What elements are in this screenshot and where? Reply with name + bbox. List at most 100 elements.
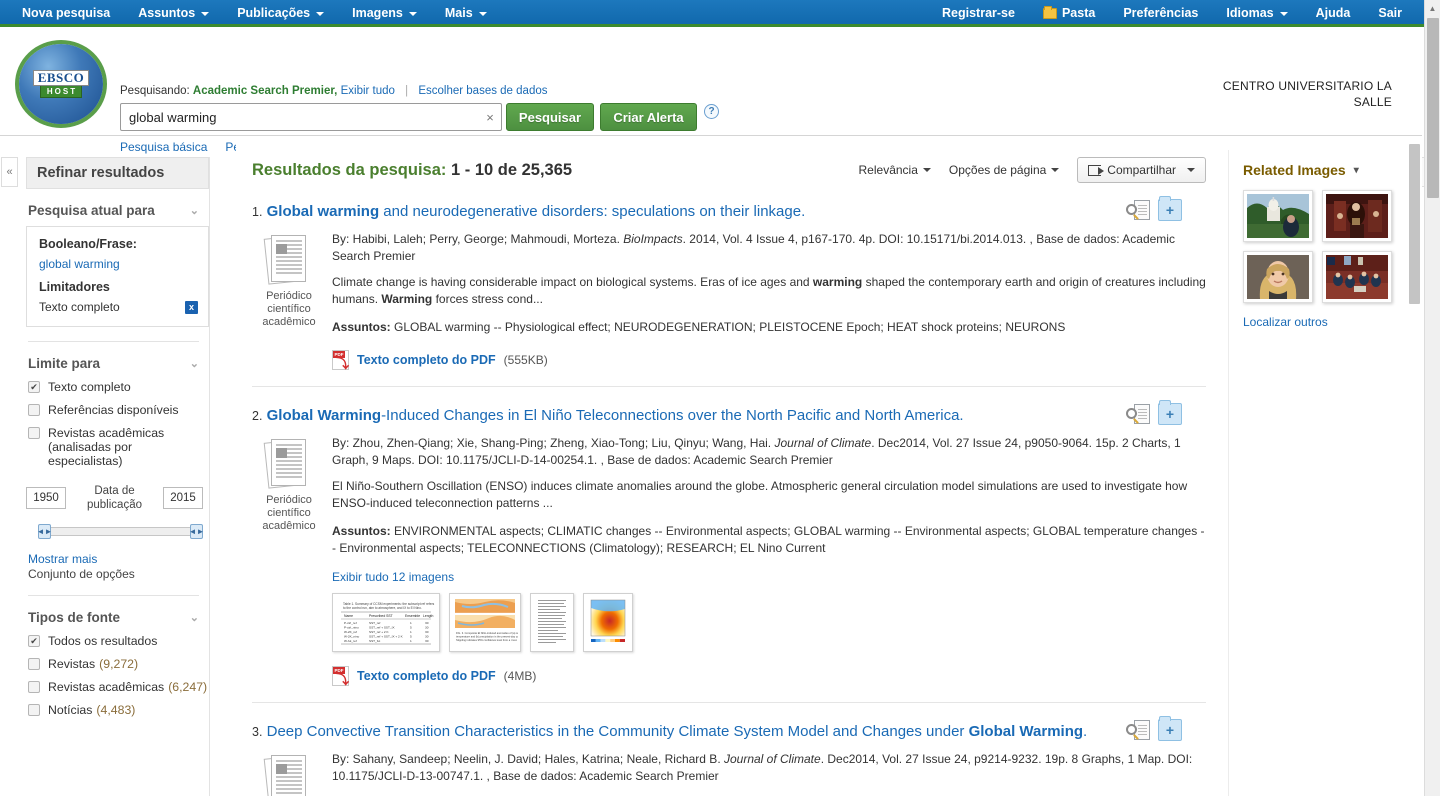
checkbox[interactable] (28, 427, 40, 439)
help-icon[interactable]: ? (704, 104, 719, 119)
related-image-4[interactable] (1322, 251, 1392, 303)
nav-preferencias[interactable]: Preferências (1109, 0, 1212, 27)
share-button[interactable]: Compartilhar (1077, 157, 1206, 183)
preview-icon[interactable] (1126, 199, 1150, 223)
clear-search-icon[interactable]: × (479, 110, 501, 125)
source-type-revistas-academicas[interactable]: Revistas acadêmicas (6,247) (26, 680, 209, 694)
limit-option-texto-completo[interactable]: Texto completo (26, 380, 209, 394)
result-title-2[interactable]: 2. Global Warming-Induced Changes in El … (252, 405, 1206, 427)
search-input[interactable] (121, 109, 479, 125)
create-alert-button[interactable]: Criar Alerta (600, 103, 697, 131)
nav-registrar-se[interactable]: Registrar-se (928, 0, 1029, 27)
ebscohost-logo[interactable]: EBSCO HOST (19, 44, 103, 124)
scrollbar-thumb[interactable] (1409, 144, 1420, 304)
pdf-fulltext-link[interactable]: Texto completo do PDF (357, 353, 496, 367)
scrollbar-thumb[interactable] (1427, 18, 1439, 198)
checkbox[interactable] (28, 381, 40, 393)
limit-to-section-header[interactable]: Limite para ⌄ (26, 356, 209, 371)
scroll-up-arrow-icon[interactable]: ▲ (1425, 0, 1440, 16)
checkbox[interactable] (28, 658, 40, 670)
woman-portrait-photo (1247, 255, 1309, 299)
option-label: Revistas acadêmicas (analisadas por espe… (48, 426, 165, 468)
top-navigation-bar: Nova pesquisa Assuntos Publicações Image… (0, 0, 1440, 27)
pdf-fulltext-link[interactable]: Texto completo do PDF (357, 669, 496, 683)
source-type-todos[interactable]: Todos os resultados (26, 634, 209, 648)
search-button[interactable]: Pesquisar (506, 103, 594, 131)
page-scrollbar[interactable]: ▲ (1424, 0, 1440, 796)
nav-idiomas[interactable]: Idiomas (1212, 0, 1301, 27)
text-page-thumbnail (533, 596, 571, 646)
nav-ajuda[interactable]: Ajuda (1302, 0, 1365, 27)
show-all-databases-link[interactable]: Exibir tudo (341, 85, 395, 97)
slider-handle-right[interactable]: ◄► (189, 524, 204, 539)
add-to-folder-icon[interactable]: + (1158, 400, 1182, 425)
add-to-folder-icon[interactable]: + (1158, 716, 1182, 741)
checkbox[interactable] (28, 404, 40, 416)
current-search-section-header[interactable]: Pesquisa atual para ⌄ (26, 203, 209, 218)
source-type-revistas[interactable]: Revistas (9,272) (26, 657, 209, 671)
svg-text:5: 5 (410, 635, 412, 639)
date-range-slider[interactable]: ◄► ◄► (37, 524, 204, 539)
abstract-2: El Niño-Southern Oscillation (ENSO) indu… (332, 478, 1206, 512)
find-more-images-link[interactable]: Localizar outros (1243, 315, 1413, 329)
result-title-1[interactable]: 1. Global warming and neurodegenerative … (252, 201, 1206, 223)
show-more-block: Mostrar mais Conjunto de opções (26, 552, 209, 581)
academic-journal-icon (263, 233, 312, 285)
checkbox[interactable] (28, 635, 40, 647)
result-body-3: By: Sahany, Sandeep; Neelin, J. David; H… (252, 751, 1206, 796)
preview-icon[interactable] (1126, 719, 1150, 743)
source-type-caption: Periódico científico acadêmico (262, 494, 316, 532)
sort-relevance-dropdown[interactable]: Relevância (859, 163, 931, 177)
show-more-link[interactable]: Mostrar mais (28, 552, 209, 566)
abstract-highlight: warming (812, 275, 863, 289)
search-field-wrapper[interactable]: × (120, 103, 502, 131)
related-image-3[interactable] (1243, 251, 1313, 303)
nav-mais[interactable]: Mais (431, 0, 501, 27)
logo-text-top: EBSCO (32, 70, 90, 86)
nav-publicacoes[interactable]: Publicações (223, 0, 338, 27)
boolean-phrase-value[interactable]: global warming (39, 257, 198, 271)
svg-text:30: 30 (425, 630, 429, 634)
related-images-header[interactable]: Related Images ▾ (1243, 162, 1413, 178)
related-image-2[interactable] (1322, 190, 1392, 242)
nav-assuntos[interactable]: Assuntos (124, 0, 223, 27)
source-types-section-header[interactable]: Tipos de fonte ⌄ (26, 610, 209, 625)
slider-handle-left[interactable]: ◄► (37, 524, 52, 539)
nav-sair[interactable]: Sair (1364, 0, 1416, 27)
result-body-2: Periódico científico acadêmico By: Zhou,… (252, 435, 1206, 686)
result-metadata-2: By: Zhou, Zhen-Qiang; Xie, Shang-Ping; Z… (326, 435, 1206, 686)
divider (28, 341, 199, 342)
limit-option-revistas-academicas[interactable]: Revistas acadêmicas (analisadas por espe… (26, 426, 209, 468)
nav-imagens[interactable]: Imagens (338, 0, 431, 27)
view-all-images-link[interactable]: Exibir tudo 12 imagens (332, 570, 1206, 584)
result-title-3[interactable]: 3. Deep Convective Transition Characteri… (252, 721, 1206, 743)
slider-track[interactable] (38, 527, 203, 536)
nav-nova-pesquisa[interactable]: Nova pesquisa (8, 0, 124, 27)
option-count: (6,247) (168, 680, 208, 694)
title-highlight: Global warming (266, 203, 380, 220)
remove-limiter-button[interactable]: x (185, 300, 198, 314)
limit-option-referencias-disponiveis[interactable]: Referências disponíveis (26, 403, 209, 417)
date-from-input[interactable]: 1950 (26, 487, 66, 509)
results-scrollbar[interactable] (1408, 140, 1422, 796)
date-to-input[interactable]: 2015 (163, 487, 203, 509)
thumbnail-text-page[interactable] (530, 593, 574, 652)
related-image-1[interactable] (1243, 190, 1313, 242)
limiters-label: Limitadores (39, 280, 110, 294)
checkbox[interactable] (28, 681, 40, 693)
checkbox[interactable] (28, 704, 40, 716)
nav-pasta[interactable]: Pasta (1029, 0, 1109, 27)
preview-icon[interactable] (1126, 403, 1150, 427)
collapse-sidebar-button[interactable]: « (1, 157, 18, 187)
thumbnail-map[interactable]: FIG. 3. Composite El Niño-induced anomal… (449, 593, 528, 652)
pdf-link-row-2[interactable]: Texto completo do PDF (4MB) (332, 666, 1206, 686)
authors: By: Habibi, Laleh; Perry, George; Mahmou… (332, 232, 624, 246)
thumbnail-table[interactable]: Table 1. Summary of CCSM experiments: th… (332, 593, 440, 652)
page-options-dropdown[interactable]: Opções de página (949, 163, 1060, 177)
basic-search-link[interactable]: Pesquisa básica (120, 140, 207, 154)
thumbnail-heatmap[interactable] (583, 593, 633, 652)
add-to-folder-icon[interactable]: + (1158, 196, 1182, 221)
choose-databases-link[interactable]: Escolher bases de dados (418, 85, 547, 97)
source-type-noticias[interactable]: Notícias (4,483) (26, 703, 209, 717)
pdf-link-row-1[interactable]: Texto completo do PDF (555KB) (332, 350, 1206, 370)
